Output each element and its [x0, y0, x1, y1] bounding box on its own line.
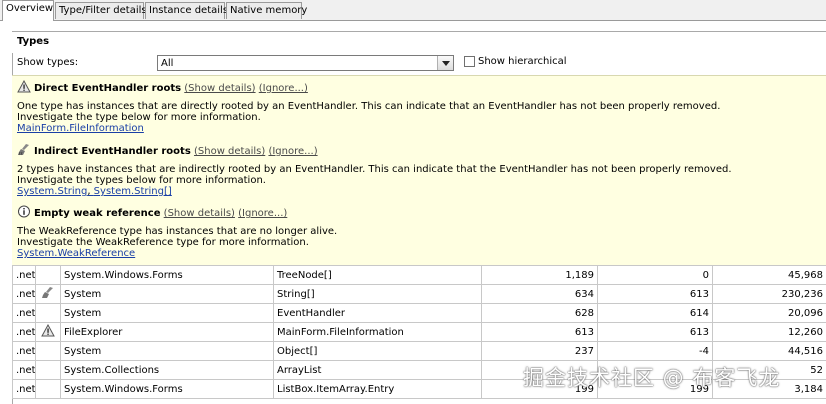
warning-triangle-icon — [17, 80, 31, 93]
tab-overview[interactable]: Overview — [2, 0, 54, 21]
delta-cell: 614 — [598, 304, 713, 323]
show-types-label: Show types: — [17, 57, 78, 68]
broom-icon — [17, 143, 31, 156]
ignore-link[interactable]: (Ignore...) — [238, 208, 287, 219]
net-badge: .net — [13, 285, 36, 304]
namespace-cell: System.Windows.Forms — [61, 266, 274, 285]
warning-instruction: Investigate the type below for more info… — [17, 112, 817, 123]
size-cell: 44,516 — [713, 342, 826, 361]
delta-cell: 0 — [598, 266, 713, 285]
warning-instruction: Investigate the WeakReference type for m… — [17, 237, 817, 248]
net-badge: .net — [13, 342, 36, 361]
size-cell: 20,096 — [713, 304, 826, 323]
broom-icon — [41, 291, 55, 302]
namespace-cell: System — [61, 342, 274, 361]
type-cell: TreeNode[] — [274, 266, 482, 285]
tab-bar: Overview Type/Filter details Instance de… — [0, 0, 826, 21]
table-row[interactable]: .net SystemEventHandler62861420,096 — [13, 304, 826, 323]
net-badge: .net — [13, 380, 36, 399]
instance-count-cell: 1,189 — [482, 266, 598, 285]
row-icon-cell — [36, 323, 61, 342]
ignore-link[interactable]: (Ignore...) — [259, 83, 308, 94]
warning-instruction: Investigate the types below for more inf… — [17, 175, 817, 186]
warning-triangle-icon — [41, 329, 55, 340]
warnings-panel: Direct EventHandler roots (Show details)… — [12, 75, 826, 266]
delta-cell: 613 — [598, 323, 713, 342]
tab-native-memory[interactable]: Native memory — [226, 2, 302, 19]
namespace-cell: System — [61, 304, 274, 323]
table-row[interactable]: .net SystemString[]634613230,236 — [13, 285, 826, 304]
type-link[interactable]: System.String[] — [94, 186, 172, 197]
ignore-link[interactable]: (Ignore...) — [268, 146, 317, 157]
instance-count-cell: 613 — [482, 323, 598, 342]
type-link[interactable]: System.String — [17, 186, 87, 197]
warning-description: 2 types have instances that are indirect… — [17, 164, 817, 175]
type-link[interactable]: MainForm.FileInformation — [17, 123, 817, 135]
tab-instance-details[interactable]: Instance details — [145, 2, 225, 19]
warning-empty-weak-reference: Empty weak reference (Show details) (Ign… — [17, 205, 817, 260]
types-header: Types — [12, 32, 826, 53]
show-details-link[interactable]: (Show details) — [164, 208, 235, 219]
size-cell: 12,260 — [713, 323, 826, 342]
net-badge: .net — [13, 361, 36, 380]
net-badge: .net — [13, 304, 36, 323]
net-badge: .net — [13, 323, 36, 342]
size-cell: 45,968 — [713, 266, 826, 285]
type-cell: ArrayList — [274, 361, 482, 380]
table-row[interactable]: .net SystemObject[]237-444,516 — [13, 342, 826, 361]
warning-title: Indirect EventHandler roots — [34, 146, 191, 157]
table-row[interactable]: .net System.Windows.FormsTreeNode[]1,1890… — [13, 266, 826, 285]
row-icon-cell — [36, 266, 61, 285]
row-icon-cell — [36, 304, 61, 323]
type-cell: ListBox.ItemArray.Entry — [274, 380, 482, 399]
row-icon-cell — [36, 342, 61, 361]
row-icon-cell — [36, 380, 61, 399]
type-cell: Object[] — [274, 342, 482, 361]
show-details-link[interactable]: (Show details) — [184, 83, 255, 94]
info-icon — [17, 205, 31, 218]
namespace-cell: System.Windows.Forms — [61, 380, 274, 399]
show-details-link[interactable]: (Show details) — [194, 146, 265, 157]
watermark: 掘金技术社区 @ 布客飞龙 — [523, 362, 780, 392]
warning-indirect-eventhandler: Indirect EventHandler roots (Show detail… — [17, 143, 817, 198]
size-cell: 230,236 — [713, 285, 826, 304]
chevron-down-icon — [442, 61, 450, 66]
dropdown-button[interactable] — [437, 56, 453, 70]
show-hierarchical-checkbox[interactable] — [464, 56, 475, 67]
net-badge: .net — [13, 266, 36, 285]
instance-count-cell: 634 — [482, 285, 598, 304]
warning-description: The WeakReference type has instances tha… — [17, 226, 817, 237]
type-cell: String[] — [274, 285, 482, 304]
tab-type-filter-details[interactable]: Type/Filter details — [55, 2, 144, 19]
warning-description: One type has instances that are directly… — [17, 101, 817, 112]
type-cell: EventHandler — [274, 304, 482, 323]
warning-title: Empty weak reference — [34, 208, 160, 219]
show-types-value: All — [161, 58, 173, 69]
show-hierarchical-label[interactable]: Show hierarchical — [478, 56, 567, 67]
namespace-cell: System.Collections — [61, 361, 274, 380]
table-row[interactable]: .net FileExplorerMainForm.FileInformation… — [13, 323, 826, 342]
warning-direct-eventhandler: Direct EventHandler roots (Show details)… — [17, 80, 817, 135]
instance-count-cell: 628 — [482, 304, 598, 323]
type-cell: MainForm.FileInformation — [274, 323, 482, 342]
row-icon-cell — [36, 285, 61, 304]
section-title: Types — [17, 36, 49, 47]
row-icon-cell — [36, 361, 61, 380]
namespace-cell: FileExplorer — [61, 323, 274, 342]
delta-cell: 613 — [598, 285, 713, 304]
type-link[interactable]: System.WeakReference — [17, 248, 817, 260]
show-types-row: Show types: All Show hierarchical — [12, 53, 826, 73]
delta-cell: -4 — [598, 342, 713, 361]
warning-title: Direct EventHandler roots — [34, 83, 181, 94]
instance-count-cell: 237 — [482, 342, 598, 361]
namespace-cell: System — [61, 285, 274, 304]
show-types-dropdown[interactable]: All — [157, 55, 454, 71]
